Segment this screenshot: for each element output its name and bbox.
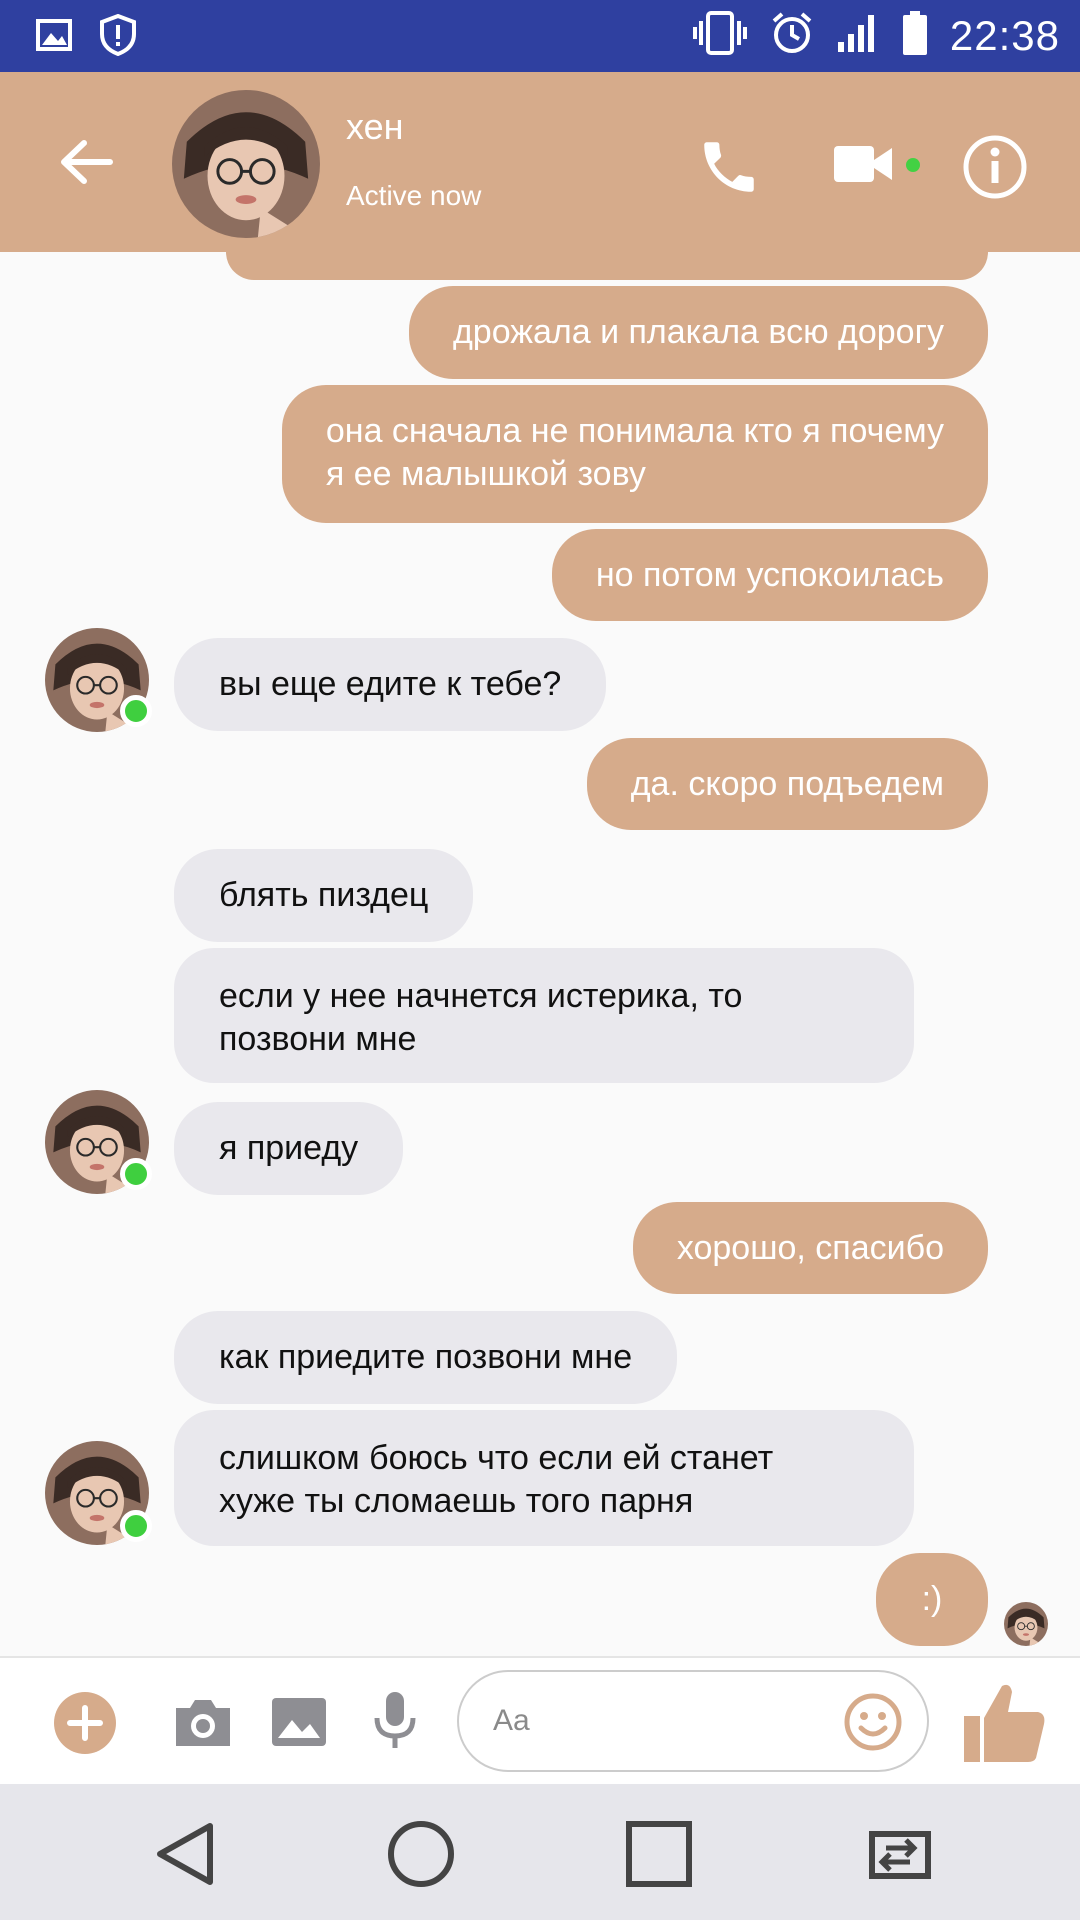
message-bubble-incoming[interactable]: как приедите позвони мне <box>174 1311 678 1404</box>
message-text: но потом успокоилась <box>595 556 944 594</box>
message-text: я приеду <box>219 1129 359 1167</box>
info-icon[interactable] <box>962 134 1028 200</box>
camera-icon[interactable] <box>172 1694 234 1750</box>
message-bubble-outgoing[interactable]: да. скоро подъедем <box>586 738 988 830</box>
seen-receipt-avatar <box>1004 1602 1048 1646</box>
online-indicator <box>120 1158 152 1190</box>
back-arrow-icon[interactable] <box>58 134 114 190</box>
message-text: да. скоро подъедем <box>630 765 944 803</box>
message-text: :) <box>921 1580 943 1618</box>
message-bubble-incoming[interactable]: если у нее начнется истерика, то позвони… <box>174 948 914 1083</box>
contact-name[interactable]: хен <box>346 106 404 148</box>
conversation-header: хен Active now <box>0 72 1080 252</box>
gallery-icon[interactable] <box>270 1694 328 1750</box>
message-text: позвони мне <box>219 1020 417 1058</box>
gallery-notification-icon <box>34 17 74 58</box>
message-bubble-incoming[interactable]: вы еще едите к тебе? <box>174 638 607 731</box>
message-bubble-outgoing[interactable]: хорошо, спасибо <box>632 1202 988 1294</box>
video-camera-icon[interactable] <box>832 140 896 188</box>
phone-icon[interactable] <box>696 134 762 200</box>
contact-avatar[interactable] <box>172 90 320 238</box>
message-bubble-outgoing[interactable]: :) <box>876 1553 988 1646</box>
contact-status: Active now <box>346 180 482 211</box>
message-bubble-outgoing[interactable] <box>226 252 988 280</box>
message-input-placeholder: Aa <box>493 1704 530 1737</box>
battery-icon <box>902 10 928 61</box>
message-text: хуже ты сломаешь того парня <box>219 1482 694 1520</box>
message-text: блять пиздец <box>219 876 429 914</box>
alarm-icon <box>770 11 814 60</box>
message-composer: Aa <box>0 1656 1080 1786</box>
video-online-indicator <box>906 158 920 172</box>
message-text: как приедите позвони мне <box>219 1338 633 1376</box>
message-text: хорошо, спасибо <box>676 1229 944 1267</box>
status-bar: 22:38 <box>0 0 1080 72</box>
thumbs-up-icon[interactable] <box>958 1678 1048 1768</box>
nav-recents-icon[interactable] <box>623 1818 695 1890</box>
system-navigation-bar <box>0 1784 1080 1920</box>
message-text: вы еще едите к тебе? <box>219 665 562 703</box>
signal-icon <box>836 12 880 59</box>
message-bubble-incoming[interactable]: блять пиздец <box>174 849 474 942</box>
message-bubble-outgoing[interactable]: она сначала не понимала кто я почему я е… <box>281 385 988 523</box>
message-bubble-incoming[interactable]: слишком боюсь что если ей станет хуже ты… <box>174 1410 914 1546</box>
message-bubble-incoming[interactable]: я приеду <box>174 1102 404 1195</box>
online-indicator <box>120 1510 152 1542</box>
online-indicator <box>120 695 152 727</box>
message-text: она сначала не понимала кто я почему <box>325 412 944 450</box>
microphone-icon[interactable] <box>372 1690 418 1752</box>
message-text: если у нее начнется истерика, то <box>219 977 743 1015</box>
message-text: дрожала и плакала всю дорогу <box>452 313 944 351</box>
nav-back-icon[interactable] <box>150 1818 222 1890</box>
nav-switch-icon[interactable] <box>858 1818 938 1890</box>
message-input[interactable]: Aa <box>457 1670 929 1772</box>
message-text: слишком боюсь что если ей станет <box>219 1439 774 1477</box>
emoji-icon[interactable] <box>843 1692 903 1752</box>
message-bubble-outgoing[interactable]: но потом успокоилась <box>551 529 988 621</box>
nav-home-icon[interactable] <box>385 1818 457 1890</box>
status-time: 22:38 <box>949 11 1060 59</box>
message-bubble-outgoing[interactable]: дрожала и плакала всю дорогу <box>408 286 988 379</box>
message-text: я ее малышкой зову <box>325 455 646 493</box>
plus-icon[interactable] <box>54 1692 116 1754</box>
vibrate-icon <box>692 11 748 60</box>
shield-alert-icon <box>100 13 136 61</box>
